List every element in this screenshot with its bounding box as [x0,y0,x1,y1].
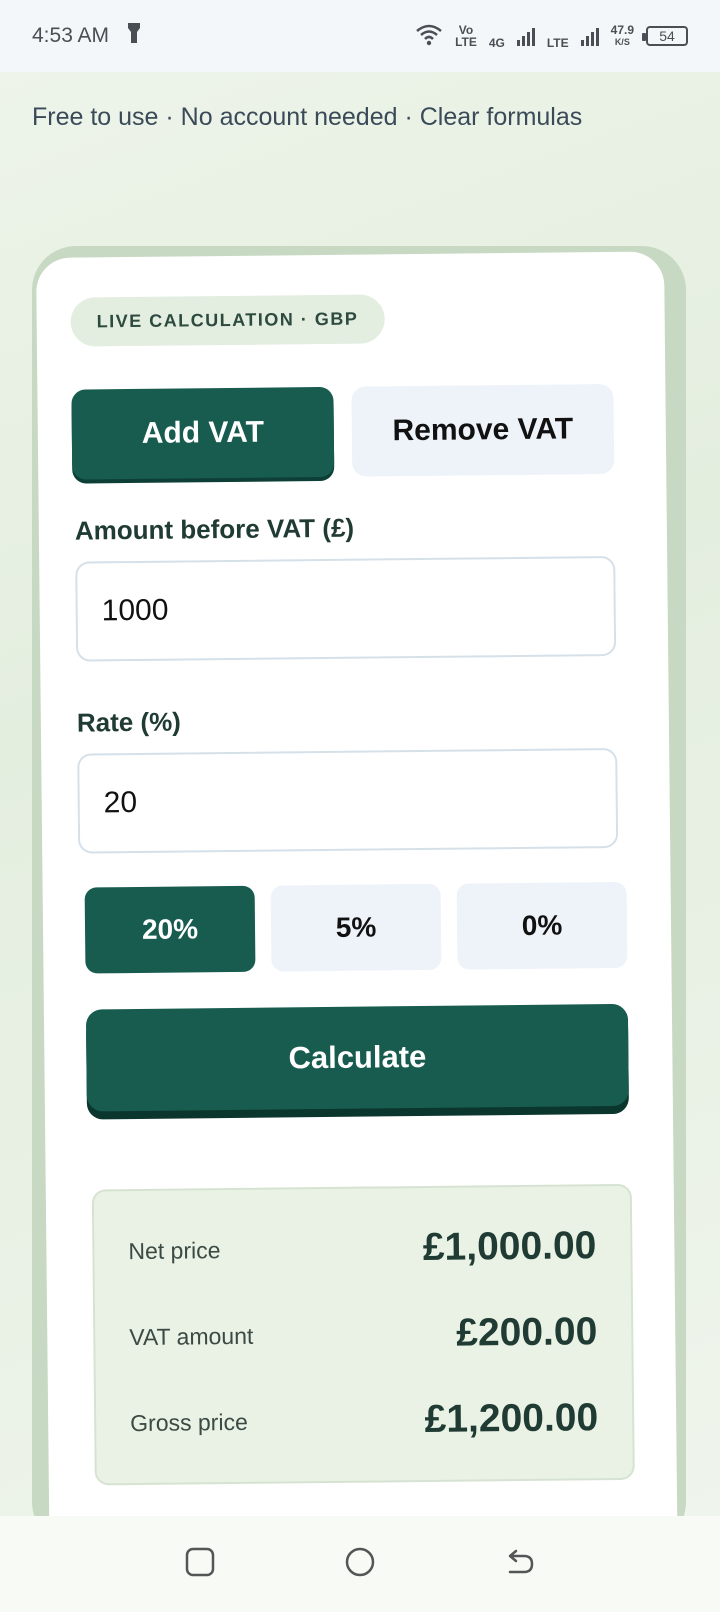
result-row-vat: VAT amount £200.00 [129,1310,597,1359]
battery-icon: 54 [642,26,688,46]
vat-amount-value: £200.00 [456,1310,598,1355]
rate-label: Rate (%) [76,706,182,738]
back-button[interactable] [500,1544,540,1584]
square-icon [184,1546,216,1583]
tagline: Free to use · No account needed · Clear … [32,103,583,131]
network-speed-value: 47.9 [610,23,634,37]
signal-icon [516,26,535,46]
result-row-net: Net price £1,000.00 [128,1224,596,1273]
add-vat-button[interactable]: Add VAT [71,386,335,480]
sim1-label: 4G [488,36,505,50]
live-calculation-badge: LIVE CALCULATION · GBP [70,294,385,347]
home-button[interactable] [340,1544,380,1584]
status-bar: 4:53 AM Vo LTE 4G LTE 47.9 K/S 54 [0,0,720,72]
net-price-label: Net price [128,1236,221,1264]
recent-apps-button[interactable] [180,1544,220,1584]
network-speed-unit: K/S [614,37,630,47]
amount-label: Amount before VAT (£) [74,512,355,546]
gross-price-value: £1,200.00 [424,1396,599,1441]
circle-icon [344,1546,376,1583]
back-arrow-icon [504,1546,536,1583]
volte-bottom: LTE [455,35,477,49]
navigation-bar [0,1516,720,1612]
vat-amount-label: VAT amount [129,1322,254,1350]
rate-preset-20-button[interactable]: 20% [84,885,256,974]
wifi-icon [415,24,443,49]
battery-level: 54 [659,28,675,44]
sim2-label: LTE [546,36,569,50]
status-time: 4:53 AM [32,24,110,47]
vat-calculator-card: LIVE CALCULATION · GBP Add VAT Remove VA… [36,251,678,1558]
rate-preset-0-button[interactable]: 0% [456,881,628,970]
net-price-value: £1,000.00 [422,1224,597,1270]
flashlight-icon [127,22,141,50]
results-panel: Net price £1,000.00 VAT amount £200.00 G… [91,1183,635,1486]
gross-price-label: Gross price [130,1408,248,1436]
volte-indicator: Vo LTE [455,24,477,48]
result-row-gross: Gross price £1,200.00 [130,1396,598,1445]
network-speed: 47.9 K/S [611,24,634,48]
rate-input[interactable]: 20 [77,747,619,854]
amount-input[interactable]: 1000 [75,555,617,662]
rate-preset-5-button[interactable]: 5% [270,883,442,972]
calculate-button[interactable]: Calculate [85,1003,629,1112]
remove-vat-button[interactable]: Remove VAT [351,383,615,477]
signal-icon-2 [580,26,599,46]
